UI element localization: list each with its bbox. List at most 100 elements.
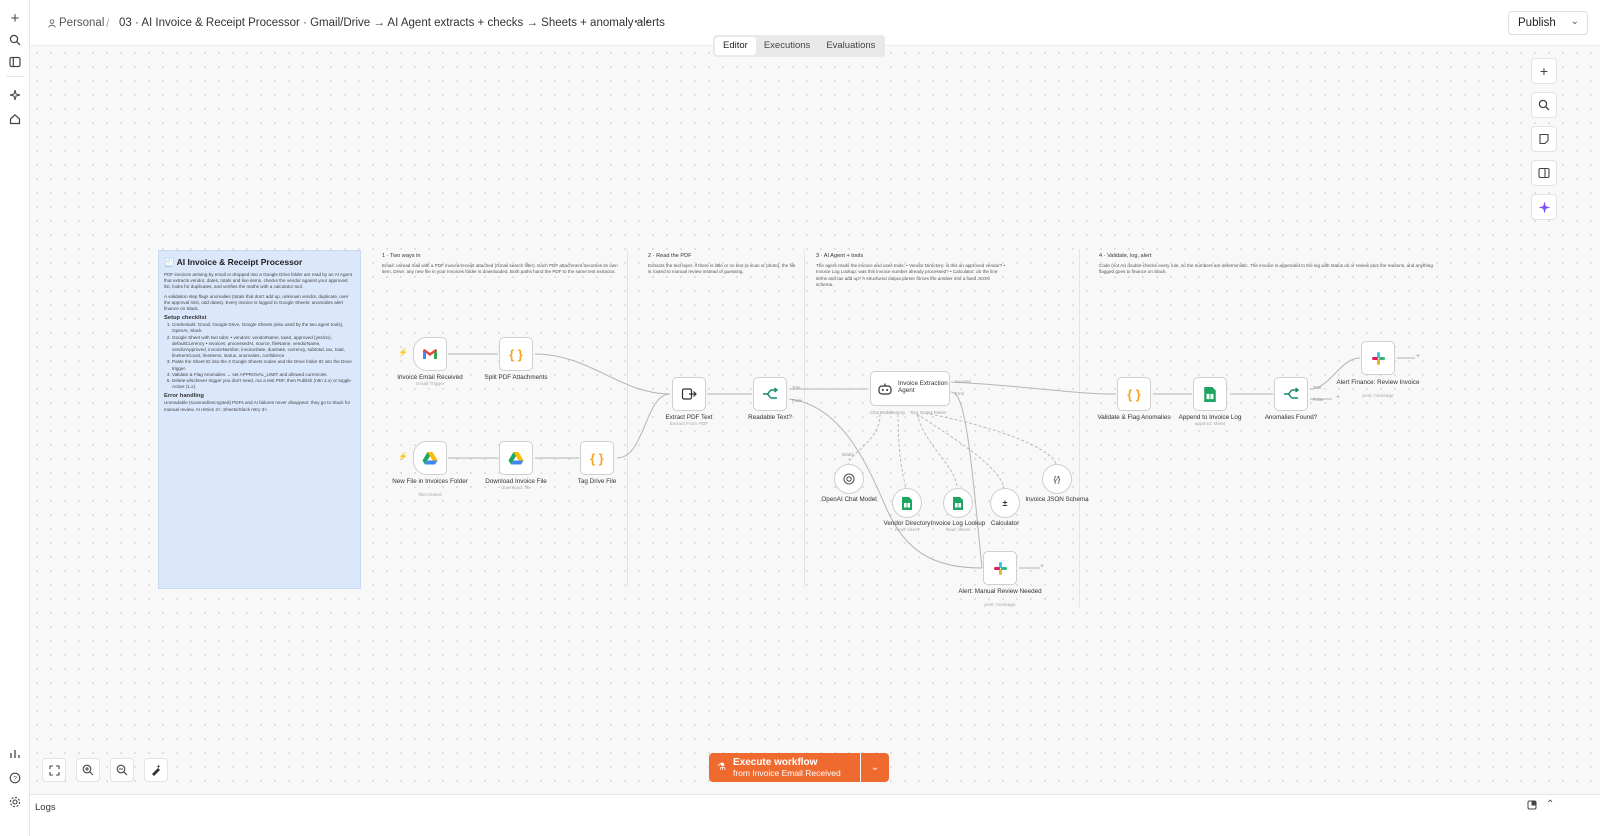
node-label: New File in Invoices Folder bbox=[392, 478, 468, 485]
breadcrumb-personal[interactable]: Personal bbox=[48, 17, 104, 29]
node-label: Invoice Extraction Agent bbox=[898, 380, 948, 395]
search-nodes-button[interactable] bbox=[1531, 92, 1557, 118]
add-node-icon[interactable]: + bbox=[1416, 353, 1420, 360]
workflow-title[interactable]: 03 · AI Invoice & Receipt Processor · Gm… bbox=[119, 17, 665, 29]
edge-label-false: False bbox=[1313, 397, 1324, 402]
edge-label-error: Error bbox=[955, 391, 965, 396]
node-new-file-in-invoices-folder[interactable] bbox=[413, 441, 447, 475]
code-braces-icon: { } bbox=[509, 346, 523, 362]
node-label: Extract PDF Text bbox=[665, 414, 713, 421]
pop-out-icon[interactable] bbox=[1527, 800, 1537, 813]
home-icon[interactable] bbox=[5, 109, 25, 129]
logs-panel[interactable]: Logs ⌃ bbox=[30, 794, 1600, 836]
chevron-up-icon[interactable]: ⌃ bbox=[1546, 799, 1554, 810]
sticky-note-button[interactable] bbox=[1531, 126, 1557, 152]
node-tag-drive-file[interactable]: { } bbox=[580, 441, 614, 475]
node-append-to-invoice-log[interactable] bbox=[1193, 377, 1227, 411]
edge-label-tool: Tool bbox=[910, 410, 918, 415]
node-label: Append to Invoice Log bbox=[1178, 414, 1242, 421]
node-label: Alert: Manual Review Needed bbox=[958, 588, 1042, 595]
add-node-button[interactable]: + bbox=[1531, 58, 1557, 84]
edge-label-true: True bbox=[1313, 385, 1322, 390]
tidy-up-button[interactable] bbox=[144, 758, 168, 782]
trigger-bolt-icon: ⚡ bbox=[398, 452, 408, 461]
node-openai-chat-model[interactable] bbox=[834, 464, 864, 494]
node-label: Readable Text? bbox=[748, 414, 792, 421]
more-options-icon[interactable]: ··· bbox=[634, 13, 651, 29]
insights-icon[interactable] bbox=[5, 744, 25, 764]
node-alert-finance-review-invoice[interactable] bbox=[1361, 341, 1395, 375]
settings-gear-icon[interactable] bbox=[5, 792, 25, 812]
if-branch-icon bbox=[763, 387, 778, 399]
tab-editor[interactable]: Editor bbox=[715, 37, 756, 55]
ai-assistant-icon[interactable] bbox=[5, 85, 25, 105]
google-drive-icon bbox=[422, 452, 438, 465]
add-node-icon[interactable]: + bbox=[1040, 563, 1044, 570]
slack-icon bbox=[993, 561, 1007, 575]
node-sublabel: fileCreated bbox=[418, 493, 442, 498]
chevron-down-icon[interactable]: ⌄ bbox=[1571, 16, 1579, 27]
publish-button[interactable]: Publish ⌄ bbox=[1508, 11, 1588, 35]
edge-label-chat-model: Chat Model bbox=[870, 410, 892, 415]
node-label: OpenAI Chat Model bbox=[821, 496, 877, 503]
node-invoice-json-schema[interactable]: {∕} bbox=[1042, 464, 1072, 494]
json-schema-icon: {∕} bbox=[1053, 474, 1061, 484]
node-anomalies-found[interactable] bbox=[1274, 377, 1308, 411]
node-sublabel: Extract From PDF bbox=[669, 422, 709, 427]
execute-options-chevron-icon[interactable]: ⌄ bbox=[861, 753, 889, 782]
sticky-note-icon bbox=[1539, 133, 1549, 145]
panel-toggle-button[interactable] bbox=[1531, 160, 1557, 186]
panel-icon bbox=[1538, 167, 1550, 179]
zoom-in-button[interactable] bbox=[76, 758, 100, 782]
node-label: Invoice JSON Schema bbox=[1025, 496, 1089, 503]
fit-view-button[interactable] bbox=[42, 758, 66, 782]
edge-label-false: False bbox=[792, 398, 803, 403]
tab-executions[interactable]: Executions bbox=[756, 37, 818, 55]
breadcrumb-separator: / bbox=[106, 16, 110, 30]
node-readable-text[interactable] bbox=[753, 377, 787, 411]
file-extract-icon bbox=[681, 388, 697, 400]
execute-workflow-button[interactable]: ⚗ Execute workflow from Invoice Email Re… bbox=[709, 753, 860, 782]
google-sheets-icon bbox=[902, 496, 912, 510]
search-icon[interactable] bbox=[5, 30, 25, 50]
node-invoice-extraction-agent[interactable]: Invoice Extraction Agent bbox=[870, 371, 950, 406]
node-sublabel: append: sheet bbox=[1194, 422, 1226, 427]
node-download-invoice-file[interactable] bbox=[499, 441, 533, 475]
node-label: Split PDF Attachments bbox=[484, 374, 548, 381]
ai-sparkle-button[interactable] bbox=[1531, 194, 1557, 220]
zoom-out-button[interactable] bbox=[110, 758, 134, 782]
node-label: Anomalies Found? bbox=[1264, 414, 1318, 421]
node-split-pdf-attachments[interactable]: { } bbox=[499, 337, 533, 371]
node-sublabel: read: sheet bbox=[945, 528, 970, 533]
sparkle-icon bbox=[1538, 201, 1550, 213]
node-label: Tag Drive File bbox=[577, 478, 617, 485]
workflow-canvas[interactable]: 🧾 AI Invoice & Receipt Processor PDF inv… bbox=[30, 46, 1600, 794]
help-icon[interactable]: ? bbox=[5, 768, 25, 788]
node-vendor-directory[interactable] bbox=[892, 488, 922, 518]
node-invoice-email-received[interactable] bbox=[413, 337, 447, 371]
slack-icon bbox=[1371, 351, 1385, 365]
node-label: Invoice Email Received bbox=[397, 374, 463, 381]
tab-evaluations[interactable]: Evaluations bbox=[818, 37, 883, 55]
trigger-bolt-icon: ⚡ bbox=[398, 348, 408, 357]
if-branch-icon bbox=[1284, 387, 1299, 399]
zoom-in-icon bbox=[82, 764, 94, 776]
breadcrumb-personal-label: Personal bbox=[59, 17, 105, 29]
left-rail: + ? bbox=[0, 0, 30, 836]
zoom-out-icon bbox=[116, 764, 128, 776]
node-label: Download Invoice File bbox=[485, 478, 547, 485]
node-validate-flag-anomalies[interactable]: { } bbox=[1117, 377, 1151, 411]
robot-agent-icon bbox=[878, 383, 892, 395]
view-tabs: Editor Executions Evaluations bbox=[713, 35, 885, 57]
sidebar-toggle-icon[interactable] bbox=[5, 52, 25, 72]
node-extract-pdf-text[interactable] bbox=[672, 377, 706, 411]
node-alert-manual-review-needed[interactable] bbox=[983, 551, 1017, 585]
code-braces-icon: { } bbox=[1127, 386, 1141, 402]
calculator-icon: ± bbox=[1002, 498, 1008, 508]
svg-text:?: ? bbox=[13, 775, 17, 782]
add-icon[interactable]: + bbox=[5, 8, 25, 28]
node-invoice-log-lookup[interactable] bbox=[943, 488, 973, 518]
connections-layer bbox=[448, 353, 1415, 569]
node-label: Alert Finance: Review Invoice bbox=[1336, 379, 1420, 386]
gmail-icon bbox=[423, 349, 437, 359]
